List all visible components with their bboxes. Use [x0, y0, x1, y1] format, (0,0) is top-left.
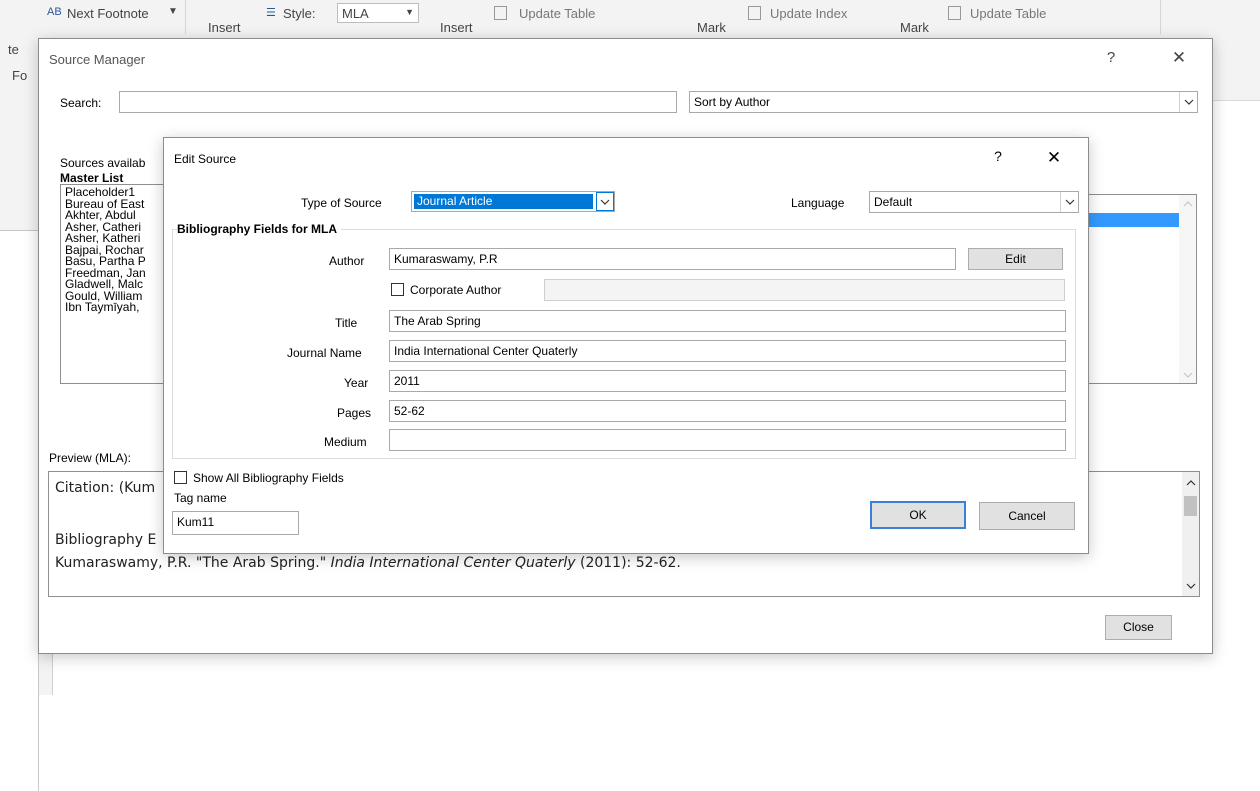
master-list-label: Master List	[60, 171, 124, 185]
style-label: Style:	[283, 6, 316, 21]
language-label: Language	[791, 196, 845, 210]
corporate-author-checkbox[interactable]	[391, 283, 404, 296]
chevron-down-icon	[596, 192, 614, 211]
chevron-down-icon: ▼	[405, 7, 414, 17]
journal-name-label: Journal Name	[287, 346, 362, 360]
ribbon-divider	[1160, 0, 1161, 34]
ribbon-divider	[185, 0, 186, 34]
insert-caption-button[interactable]: Insert	[440, 20, 473, 35]
edit-source-dialog: Edit Source ? ✕ Type of Source Journal A…	[163, 137, 1089, 554]
ribbon-fragment: te	[8, 42, 19, 57]
master-list[interactable]: Placeholder1 Bureau of East Akhter, Abdu…	[60, 184, 180, 384]
update-table-button[interactable]: Update Table	[970, 6, 1046, 21]
author-input[interactable]: Kumaraswamy, P.R	[389, 248, 956, 270]
chevron-up-icon[interactable]	[1182, 474, 1199, 491]
title-input[interactable]: The Arab Spring	[389, 310, 1066, 332]
show-all-fields-label: Show All Bibliography Fields	[193, 471, 344, 485]
close-button[interactable]: Close	[1105, 615, 1172, 640]
current-list-scrollbar[interactable]	[1179, 195, 1196, 383]
search-input[interactable]	[119, 91, 677, 113]
year-label: Year	[344, 376, 369, 390]
type-of-source-value: Journal Article	[414, 194, 593, 209]
journal-name-input[interactable]: India International Center Quaterly	[389, 340, 1066, 362]
cancel-button[interactable]: Cancel	[979, 502, 1075, 530]
update-table-icon	[494, 6, 507, 20]
next-footnote-button[interactable]: Next Footnote	[67, 6, 149, 21]
sort-value: Sort by Author	[694, 95, 771, 109]
preview-bibliography-label: Bibliography E	[55, 532, 157, 548]
scroll-thumb[interactable]	[1184, 496, 1197, 516]
style-select[interactable]: MLA ▼	[337, 3, 419, 23]
update-table-icon	[948, 6, 961, 20]
ribbon-fragment: Fo	[12, 68, 28, 83]
year-input[interactable]: 2011	[389, 370, 1066, 392]
corporate-author-label: Corporate Author	[410, 283, 502, 297]
chevron-down-icon[interactable]	[1179, 366, 1196, 383]
title-label: Title	[335, 316, 358, 330]
edit-author-button[interactable]: Edit	[968, 248, 1063, 270]
update-index-button[interactable]: Update Index	[770, 6, 847, 21]
preview-citation: Citation: (Kum	[55, 480, 156, 496]
current-list-selected-row[interactable]	[1089, 213, 1193, 227]
current-list[interactable]	[1074, 194, 1197, 384]
help-button[interactable]: ?	[986, 146, 1010, 166]
preview-label: Preview (MLA):	[49, 451, 132, 465]
preview-bibliography-entry: Kumaraswamy, P.R. "The Arab Spring." Ind…	[55, 555, 681, 571]
style-icon: ☰	[266, 7, 276, 19]
preview-scrollbar[interactable]	[1182, 472, 1199, 596]
close-icon[interactable]: ✕	[1042, 148, 1066, 168]
next-footnote-icon: AB	[47, 6, 62, 18]
tag-name-input[interactable]: Kum11	[172, 511, 299, 535]
search-label: Search:	[60, 96, 102, 110]
update-index-icon	[748, 6, 761, 20]
language-value: Default	[874, 195, 913, 209]
author-label: Author	[329, 254, 365, 268]
chevron-down-icon: ▼	[168, 6, 178, 17]
chevron-up-icon[interactable]	[1179, 195, 1196, 212]
corporate-author-input[interactable]	[544, 279, 1065, 301]
sort-select[interactable]: Sort by Author	[689, 91, 1198, 113]
help-button[interactable]: ?	[1099, 48, 1123, 68]
mark-citation-button[interactable]: Mark	[900, 20, 929, 35]
update-table-button[interactable]: Update Table	[519, 6, 595, 21]
chevron-down-icon	[1060, 192, 1078, 212]
pages-label: Pages	[337, 406, 372, 420]
show-all-fields-checkbox[interactable]	[174, 471, 187, 484]
type-of-source-select[interactable]: Journal Article	[411, 191, 615, 212]
pages-input[interactable]: 52-62	[389, 400, 1066, 422]
close-icon[interactable]: ✕	[1167, 48, 1191, 68]
sources-available-label: Sources availab	[60, 156, 146, 170]
dialog-title: Edit Source	[174, 152, 237, 166]
style-value: MLA	[342, 6, 369, 21]
list-item[interactable]: Ibn Taymīyah,	[61, 301, 179, 314]
chevron-down-icon	[1179, 92, 1197, 112]
tag-name-label: Tag name	[174, 491, 227, 505]
mark-entry-button[interactable]: Mark	[697, 20, 726, 35]
type-of-source-label: Type of Source	[301, 196, 382, 210]
ok-button[interactable]: OK	[870, 501, 966, 529]
medium-input[interactable]	[389, 429, 1066, 451]
medium-label: Medium	[324, 435, 367, 449]
group-label: Bibliography Fields for MLA	[177, 222, 342, 236]
dialog-title: Source Manager	[49, 52, 146, 67]
chevron-down-icon[interactable]	[1182, 577, 1199, 594]
language-select[interactable]: Default	[869, 191, 1079, 213]
insert-citation-button[interactable]: Insert	[208, 20, 241, 35]
